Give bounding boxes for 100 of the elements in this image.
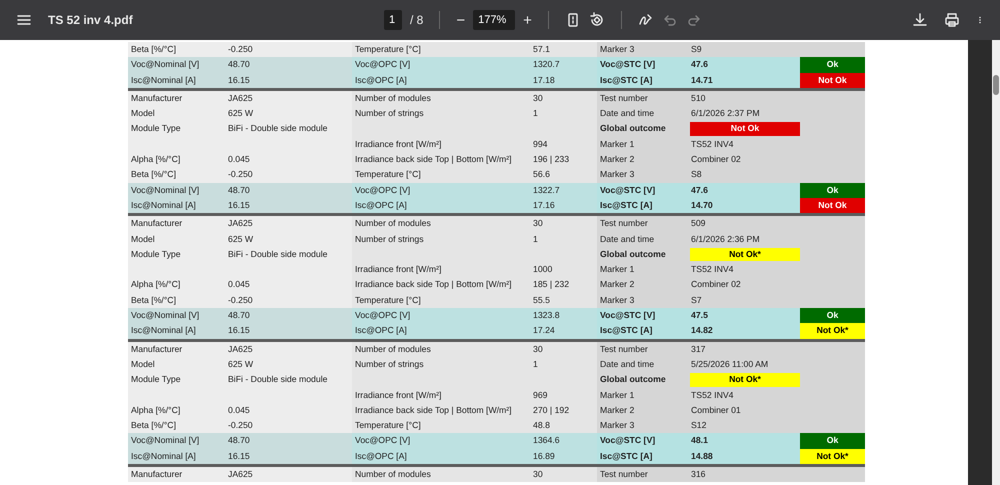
table-cell-text: 994 <box>532 138 548 151</box>
table-cell-text: Marker 1 <box>599 263 636 276</box>
table-cell-text: Date and time <box>599 232 656 246</box>
table-cell-text: Combiner 02 <box>690 153 742 166</box>
table-cell-text: Marker 3 <box>599 43 636 56</box>
status-badge: Not Ok* <box>800 323 865 339</box>
table-cell-text: JA625 <box>227 217 254 230</box>
status-badge: Ok <box>800 182 865 198</box>
table-cell-text: Isc@Nominal [A] <box>130 324 197 338</box>
table-cell-text: JA625 <box>227 342 254 356</box>
table-cell-text: Voc@Nominal [V] <box>130 309 200 322</box>
table-cell-text: S9 <box>690 43 703 56</box>
table-cell-text: 16.15 <box>227 198 251 212</box>
table-cell-text: Model <box>130 232 156 246</box>
rotate-icon[interactable] <box>588 12 605 28</box>
table-cell-text: Test number <box>599 92 649 105</box>
table-cell-text: Number of modules <box>354 342 432 356</box>
status-badge: Ok <box>800 57 865 73</box>
table-cell-text: 625 W <box>227 232 254 246</box>
table-cell-text: 625 W <box>227 358 254 371</box>
table-cell-text: Module Type <box>130 248 182 261</box>
table-cell-text: Manufacturer <box>130 468 184 482</box>
table-cell-text: 510 <box>690 92 706 105</box>
table-cell-text: Isc@OPC [A] <box>354 324 408 338</box>
status-badge: Not Ok <box>800 198 865 214</box>
table-cell-text: Module Type <box>130 373 182 386</box>
table-cell-text: 625 W <box>227 107 254 120</box>
table-cell-text: Voc@STC [V] <box>599 309 656 322</box>
table-cell-text: Irradiance front [W/m²] <box>354 138 442 151</box>
table-cell-text: 317 <box>690 342 706 356</box>
table-cell-text: Beta [%/°C] <box>130 419 177 432</box>
table-cell-text: Marker 3 <box>599 294 636 307</box>
table-cell-text: S12 <box>690 419 708 432</box>
zoom-out-button[interactable]: − <box>456 12 466 28</box>
table-cell-text: Alpha [%/°C] <box>130 153 182 166</box>
table-cell-text: Voc@OPC [V] <box>354 309 412 322</box>
table-cell-text: 16.89 <box>532 450 556 463</box>
table-cell-text: 47.5 <box>690 309 709 322</box>
table-cell-text: 14.70 <box>690 198 714 212</box>
print-icon[interactable] <box>944 12 960 28</box>
table-cell-text: S8 <box>690 168 703 182</box>
table-cell-text: Number of modules <box>354 468 432 482</box>
table-cell-text: BiFi - Double side module <box>227 373 328 386</box>
table-cell-text: Voc@OPC [V] <box>354 184 412 197</box>
table-cell-text: Model <box>130 107 156 120</box>
table-cell-text: 0.045 <box>227 278 251 292</box>
table-cell-text: 48.70 <box>227 184 251 197</box>
table-cell-text: Marker 1 <box>599 388 636 402</box>
table-cell-text: Marker 2 <box>599 153 636 166</box>
table-cell-text: 16.15 <box>227 450 251 463</box>
table-cell-text: Global outcome <box>599 248 667 261</box>
table-cell-text: Isc@OPC [A] <box>354 198 408 212</box>
table-cell-text: Irradiance front [W/m²] <box>354 263 442 276</box>
table-cell-text: 1323.8 <box>532 309 561 322</box>
page-input[interactable]: 1 <box>384 10 402 30</box>
table-cell-text: 48.70 <box>227 434 251 448</box>
table-cell-text: -0.250 <box>227 419 254 432</box>
scrollbar-thumb[interactable] <box>993 75 999 95</box>
table-cell-text: 14.71 <box>690 74 714 87</box>
table-cell-text: JA625 <box>227 468 254 482</box>
page-total: / 8 <box>410 12 424 29</box>
zoom-in-button[interactable]: + <box>523 12 532 28</box>
table-cell-text: 16.15 <box>227 324 251 338</box>
table-cell-text: 14.88 <box>690 450 714 463</box>
table-cell-text: BiFi - Double side module <box>227 248 328 261</box>
table-cell-text: Temperature [°C] <box>354 43 422 56</box>
table-cell-text: Test number <box>599 342 649 356</box>
table-cell-text: 48.1 <box>690 434 709 448</box>
table-cell-text: Marker 2 <box>599 278 636 292</box>
table-cell-text: JA625 <box>227 92 254 105</box>
table-cell-text: 30 <box>532 92 544 105</box>
table-cell-text: Marker 2 <box>599 404 636 417</box>
table-cell-text: Isc@STC [A] <box>599 198 654 212</box>
table-cell-text: Isc@Nominal [A] <box>130 450 197 463</box>
table-cell-text: Global outcome <box>599 373 667 386</box>
table-cell-text: 1000 <box>532 263 554 276</box>
table-cell-text: 509 <box>690 217 706 230</box>
table-cell-text: 1 <box>532 107 539 120</box>
table-cell-text: Temperature [°C] <box>354 419 422 432</box>
status-badge: Not Ok* <box>690 373 800 387</box>
table-cell-text: 17.16 <box>532 198 556 212</box>
table-cell-text: 6/1/2026 2:37 PM <box>690 107 761 120</box>
table-cell-text: 48.70 <box>227 58 251 72</box>
table-cell-text: Voc@STC [V] <box>599 434 656 448</box>
document-title: TS 52 inv 4.pdf <box>48 12 133 29</box>
status-badge: Ok <box>800 433 865 449</box>
table-cell-text: Beta [%/°C] <box>130 294 177 307</box>
download-icon[interactable] <box>912 12 928 28</box>
table-cell-text: 316 <box>690 468 706 482</box>
table-cell-text: Test number <box>599 217 649 230</box>
status-badge: Not Ok* <box>690 248 800 262</box>
table-cell-text: Isc@STC [A] <box>599 324 654 338</box>
table-cell-text: Alpha [%/°C] <box>130 404 182 417</box>
table-cell-text: S7 <box>690 294 703 307</box>
table-cell-text: Voc@Nominal [V] <box>130 434 200 448</box>
table-cell-text: 17.18 <box>532 74 556 87</box>
table-cell-text: 57.1 <box>532 43 551 56</box>
table-cell-text: Date and time <box>599 358 656 371</box>
table-cell-text: 1322.7 <box>532 184 561 197</box>
zoom-input[interactable]: 177% <box>473 10 516 30</box>
